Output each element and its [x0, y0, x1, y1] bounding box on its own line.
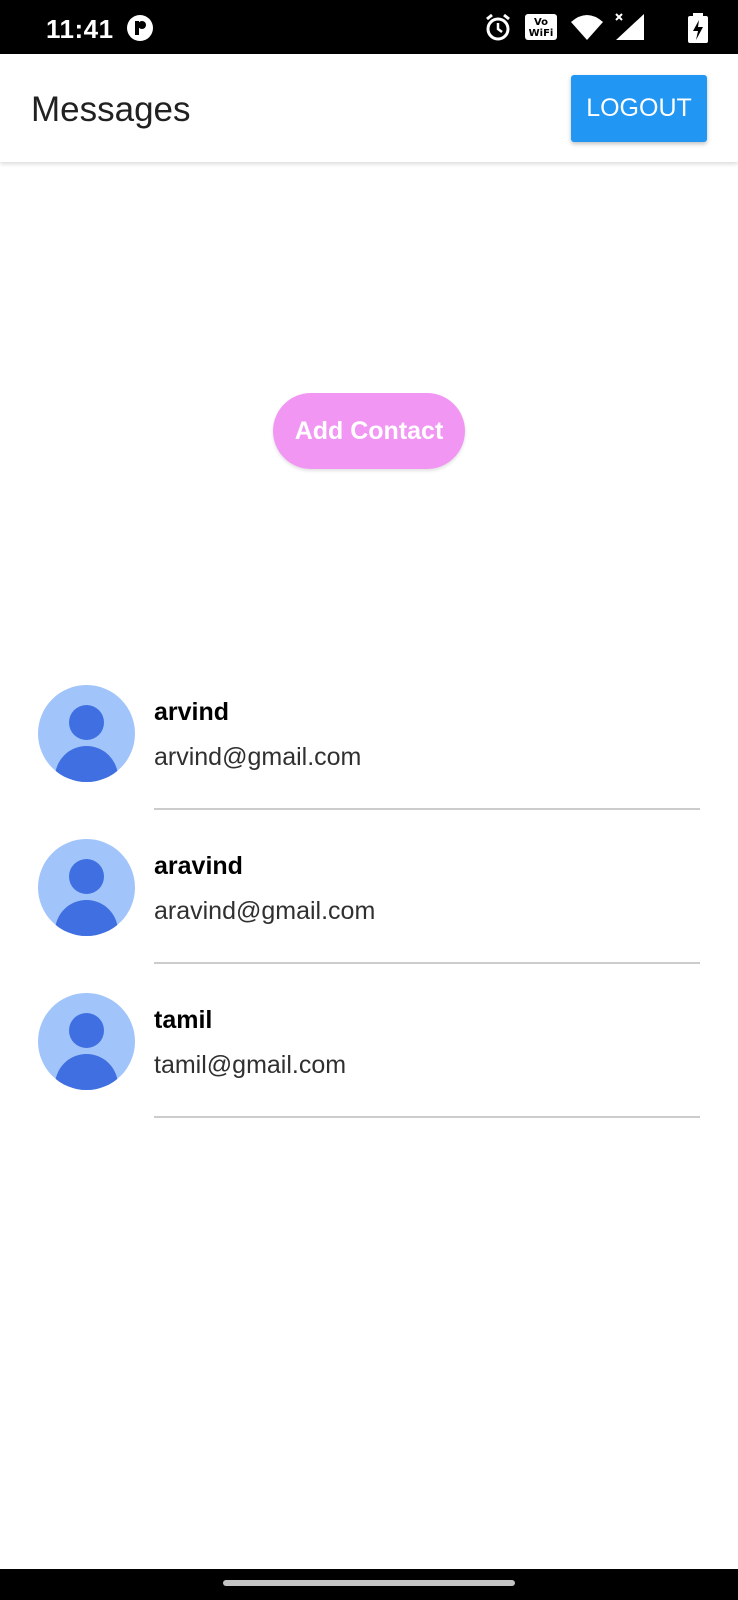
avatar-body: [55, 746, 118, 782]
contact-email: aravind@gmail.com: [154, 897, 376, 925]
home-indicator[interactable]: [223, 1580, 515, 1586]
app-bar: Messages LOGOUT: [0, 54, 738, 162]
person-avatar-icon: [38, 839, 135, 936]
navigation-bar: [0, 1569, 738, 1600]
avatar-body: [55, 1054, 118, 1090]
vowifi-label-top: Vo: [534, 17, 548, 28]
list-item[interactable]: tamil tamil@gmail.com: [0, 988, 738, 1142]
divider: [154, 808, 700, 810]
contact-name: tamil: [154, 1006, 213, 1034]
divider: [154, 1116, 700, 1118]
contact-name: arvind: [154, 698, 230, 726]
alarm-icon: [486, 13, 510, 41]
add-contact-button[interactable]: Add Contact: [273, 393, 465, 469]
list-item[interactable]: aravind aravind@gmail.com: [0, 834, 738, 988]
avatar-head: [69, 1013, 104, 1048]
vowifi-label-bottom: WiFi: [529, 28, 554, 39]
notification-app-icon: [127, 15, 153, 41]
avatar-head: [69, 705, 104, 740]
vowifi-icon: Vo WiFi: [525, 14, 557, 40]
signal-icon: [615, 13, 644, 40]
wifi-icon: [571, 15, 603, 40]
person-avatar-icon: [38, 993, 135, 1090]
contact-email: arvind@gmail.com: [154, 743, 362, 771]
status-bar: 11:41 Vo WiFi: [0, 0, 738, 54]
contact-list: arvind arvind@gmail.com aravind aravind@…: [0, 680, 738, 1142]
battery-charging-icon: [688, 13, 708, 43]
divider: [154, 962, 700, 964]
contact-name: aravind: [154, 852, 243, 880]
status-time: 11:41: [46, 14, 114, 44]
person-avatar-icon: [38, 685, 135, 782]
avatar-body: [55, 900, 118, 936]
list-item[interactable]: arvind arvind@gmail.com: [0, 680, 738, 834]
logout-button[interactable]: LOGOUT: [571, 75, 707, 142]
contact-email: tamil@gmail.com: [154, 1051, 347, 1079]
avatar-head: [69, 859, 104, 894]
page-title: Messages: [31, 90, 191, 129]
